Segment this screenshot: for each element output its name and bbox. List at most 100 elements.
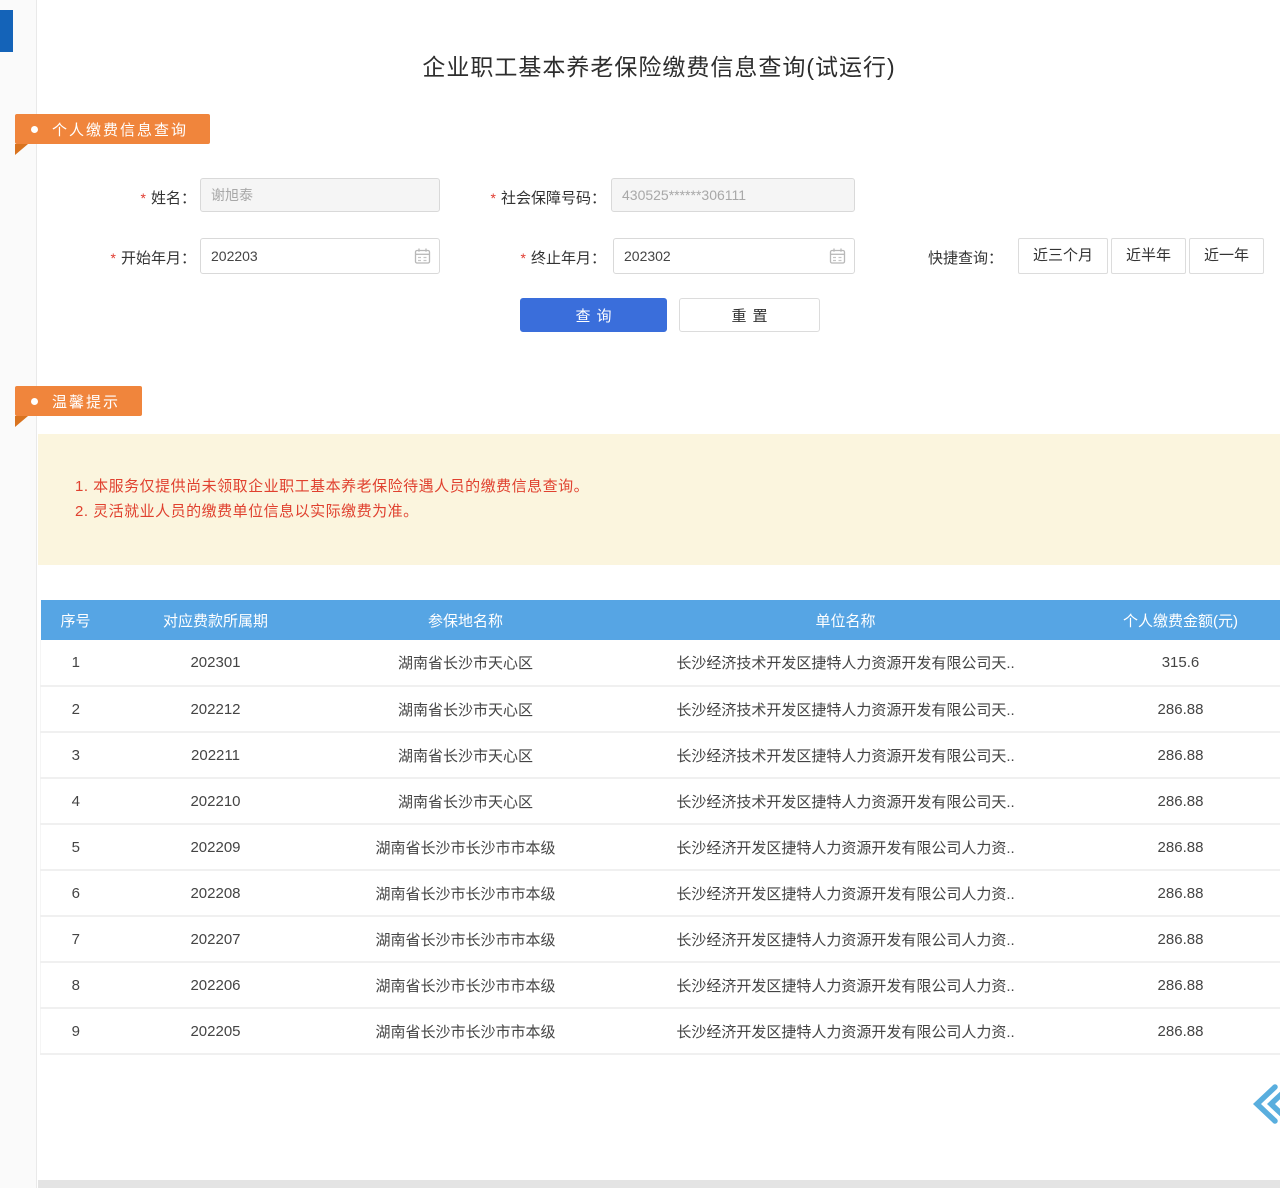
end-month-label: *终止年月：: [490, 247, 606, 268]
calendar-icon[interactable]: [829, 248, 846, 265]
table-row: 7202207湖南省长沙市长沙市市本级长沙经济开发区捷特人力资源开发有限公司人力…: [41, 916, 1280, 962]
cell-amount: 286.88: [1081, 916, 1280, 962]
cell-employer: 长沙经济技术开发区捷特人力资源开发有限公司天..: [611, 640, 1081, 686]
query-button[interactable]: 查询: [520, 298, 667, 332]
cell-insured-place: 湖南省长沙市长沙市市本级: [321, 916, 611, 962]
cell-amount: 286.88: [1081, 824, 1280, 870]
quick-query-label: 快捷查询：: [928, 247, 1003, 268]
cell-amount: 286.88: [1081, 732, 1280, 778]
cell-seq: 4: [41, 778, 111, 824]
ribbon-fold: [15, 144, 28, 155]
bullet-dot-icon: [31, 126, 38, 133]
cell-period: 202301: [111, 640, 321, 686]
name-label: *姓名：: [90, 187, 196, 208]
screen: 企业职工基本养老保险缴费信息查询(试运行) 个人缴费信息查询 *姓名： *社会保…: [0, 0, 1280, 1188]
cell-insured-place: 湖南省长沙市长沙市市本级: [321, 1008, 611, 1054]
quick-option-3months[interactable]: 近三个月: [1018, 238, 1108, 274]
required-asterisk: *: [141, 190, 146, 206]
cell-employer: 长沙经济开发区捷特人力资源开发有限公司人力资..: [611, 870, 1081, 916]
cell-period: 202207: [111, 916, 321, 962]
header-period: 对应费款所属期: [111, 600, 321, 640]
ssn-input[interactable]: [611, 178, 855, 212]
header-seq: 序号: [41, 600, 111, 640]
cell-amount: 286.88: [1081, 1008, 1280, 1054]
notice-line-1: 1. 本服务仅提供尚未领取企业职工基本养老保险待遇人员的缴费信息查询。: [75, 474, 1250, 499]
table-body: 1202301湖南省长沙市天心区长沙经济技术开发区捷特人力资源开发有限公司天..…: [41, 640, 1280, 1054]
cell-period: 202209: [111, 824, 321, 870]
cell-seq: 1: [41, 640, 111, 686]
collapsed-nav-tab[interactable]: [0, 10, 13, 52]
cell-insured-place: 湖南省长沙市天心区: [321, 732, 611, 778]
cell-seq: 5: [41, 824, 111, 870]
section-badge-query: 个人缴费信息查询: [15, 114, 210, 144]
cell-employer: 长沙经济开发区捷特人力资源开发有限公司人力资..: [611, 962, 1081, 1008]
start-month-field: [200, 238, 440, 274]
name-input[interactable]: [200, 178, 440, 212]
required-asterisk: *: [111, 250, 116, 266]
cell-employer: 长沙经济技术开发区捷特人力资源开发有限公司天..: [611, 732, 1081, 778]
cell-insured-place: 湖南省长沙市天心区: [321, 686, 611, 732]
cell-seq: 8: [41, 962, 111, 1008]
cell-period: 202210: [111, 778, 321, 824]
double-chevron-left-icon[interactable]: [1248, 1082, 1280, 1126]
cell-employer: 长沙经济开发区捷特人力资源开发有限公司人力资..: [611, 916, 1081, 962]
reset-button[interactable]: 重置: [679, 298, 820, 332]
cell-amount: 286.88: [1081, 962, 1280, 1008]
cell-period: 202212: [111, 686, 321, 732]
quick-option-halfyear[interactable]: 近半年: [1111, 238, 1186, 274]
start-month-input[interactable]: [200, 238, 440, 274]
cell-amount: 315.6: [1081, 640, 1280, 686]
cell-period: 202211: [111, 732, 321, 778]
table-row: 2202212湖南省长沙市天心区长沙经济技术开发区捷特人力资源开发有限公司天..…: [41, 686, 1280, 732]
cell-amount: 286.88: [1081, 870, 1280, 916]
cell-insured-place: 湖南省长沙市长沙市市本级: [321, 824, 611, 870]
header-employer: 单位名称: [611, 600, 1081, 640]
end-month-field: [613, 238, 855, 274]
notice-line-2: 2. 灵活就业人员的缴费单位信息以实际缴费为准。: [75, 499, 1250, 524]
end-month-input[interactable]: [613, 238, 855, 274]
page-title: 企业职工基本养老保险缴费信息查询(试运行): [38, 48, 1280, 82]
bullet-dot-icon: [31, 398, 38, 405]
header-insured-place: 参保地名称: [321, 600, 611, 640]
cell-employer: 长沙经济技术开发区捷特人力资源开发有限公司天..: [611, 778, 1081, 824]
table-row: 5202209湖南省长沙市长沙市市本级长沙经济开发区捷特人力资源开发有限公司人力…: [41, 824, 1280, 870]
cell-seq: 7: [41, 916, 111, 962]
start-month-label: *开始年月：: [75, 247, 196, 268]
ribbon-fold: [15, 416, 28, 427]
cell-insured-place: 湖南省长沙市天心区: [321, 778, 611, 824]
calendar-icon[interactable]: [414, 248, 431, 265]
cell-insured-place: 湖南省长沙市长沙市市本级: [321, 962, 611, 1008]
bottom-strip: [38, 1180, 1280, 1188]
ssn-label: *社会保障号码：: [455, 187, 606, 208]
cell-seq: 3: [41, 732, 111, 778]
table-row: 1202301湖南省长沙市天心区长沙经济技术开发区捷特人力资源开发有限公司天..…: [41, 640, 1280, 686]
left-rail: [0, 0, 37, 1188]
table-row: 3202211湖南省长沙市天心区长沙经济技术开发区捷特人力资源开发有限公司天..…: [41, 732, 1280, 778]
section-badge-query-label: 个人缴费信息查询: [52, 119, 188, 140]
results-table: 序号 对应费款所属期 参保地名称 单位名称 个人缴费金额(元) 1202301湖…: [40, 600, 1280, 1055]
cell-seq: 2: [41, 686, 111, 732]
section-badge-tips-label: 温馨提示: [52, 391, 120, 412]
header-amount: 个人缴费金额(元): [1081, 600, 1280, 640]
table-row: 8202206湖南省长沙市长沙市市本级长沙经济开发区捷特人力资源开发有限公司人力…: [41, 962, 1280, 1008]
table-row: 9202205湖南省长沙市长沙市市本级长沙经济开发区捷特人力资源开发有限公司人力…: [41, 1008, 1280, 1054]
cell-employer: 长沙经济技术开发区捷特人力资源开发有限公司天..: [611, 686, 1081, 732]
required-asterisk: *: [521, 250, 526, 266]
cell-insured-place: 湖南省长沙市天心区: [321, 640, 611, 686]
cell-seq: 6: [41, 870, 111, 916]
cell-amount: 286.88: [1081, 686, 1280, 732]
notice-box: 1. 本服务仅提供尚未领取企业职工基本养老保险待遇人员的缴费信息查询。 2. 灵…: [38, 434, 1280, 565]
cell-seq: 9: [41, 1008, 111, 1054]
table-header-row: 序号 对应费款所属期 参保地名称 单位名称 个人缴费金额(元): [41, 600, 1280, 640]
cell-period: 202205: [111, 1008, 321, 1054]
required-asterisk: *: [491, 190, 496, 206]
cell-period: 202208: [111, 870, 321, 916]
cell-employer: 长沙经济开发区捷特人力资源开发有限公司人力资..: [611, 824, 1081, 870]
table-row: 4202210湖南省长沙市天心区长沙经济技术开发区捷特人力资源开发有限公司天..…: [41, 778, 1280, 824]
table-row: 6202208湖南省长沙市长沙市市本级长沙经济开发区捷特人力资源开发有限公司人力…: [41, 870, 1280, 916]
cell-insured-place: 湖南省长沙市长沙市市本级: [321, 870, 611, 916]
quick-option-1year[interactable]: 近一年: [1189, 238, 1264, 274]
section-badge-tips: 温馨提示: [15, 386, 142, 416]
cell-period: 202206: [111, 962, 321, 1008]
cell-employer: 长沙经济开发区捷特人力资源开发有限公司人力资..: [611, 1008, 1081, 1054]
